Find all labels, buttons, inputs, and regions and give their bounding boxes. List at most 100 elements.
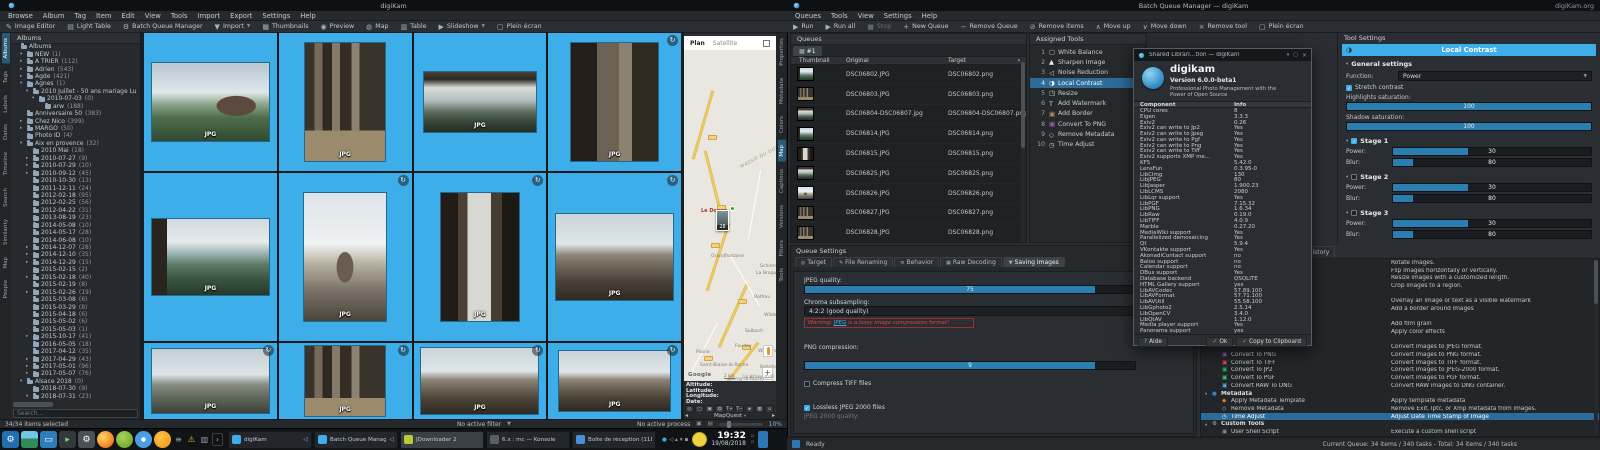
saturation-slider[interactable]: 100 xyxy=(1346,102,1592,111)
expander-icon[interactable]: ▸ xyxy=(26,275,31,280)
toolbar-button[interactable]: ▥ Table ▼ xyxy=(395,21,433,33)
power-slider[interactable]: 30 xyxy=(1392,219,1592,228)
album-tree-item[interactable]: 2013-08-19 (23) xyxy=(11,214,137,221)
expander-icon[interactable]: ▸ xyxy=(26,357,31,362)
album-tree-item[interactable]: ▸ 2015-10-17 (41) xyxy=(11,333,137,340)
album-tree-item[interactable]: ▸ 2015-02-26 (19) xyxy=(11,288,137,296)
toolbar-button[interactable]: ▤ Light Table ▼ xyxy=(61,21,117,33)
album-tree-item[interactable]: ▸ Agde (421) xyxy=(11,73,137,80)
album-tree-item[interactable]: ▾ NEW (1) xyxy=(11,50,137,58)
map-canvas[interactable]: MASSIF DU DONON Le Donon Grandfontaine Schi… xyxy=(684,50,776,381)
photo-thumbnail-cell[interactable]: JPG ↻ xyxy=(548,173,681,341)
album-tree-item[interactable]: ▸ 2014-12-10 (35) xyxy=(11,251,137,258)
photo-thumbnail-cell[interactable]: JPG ↻ xyxy=(413,173,547,341)
photo-cluster-marker[interactable]: 28 xyxy=(716,210,729,231)
expander-icon[interactable]: ▸ xyxy=(26,364,31,369)
toolbar-button[interactable]: + New Queue xyxy=(897,21,954,33)
expander-icon[interactable]: ▸ xyxy=(20,67,25,72)
album-tree-item[interactable]: 2010 Mai (18) xyxy=(11,147,137,154)
album-tree-item[interactable]: 2012-04-22 (31) xyxy=(11,207,137,214)
album-tree-item[interactable]: ▸ 2014-12-29 (15) xyxy=(11,259,137,266)
queue-item-row[interactable]: DSC06803.JPG DSC06803.png xyxy=(791,85,1026,105)
pegman-icon[interactable] xyxy=(763,345,773,357)
photo-thumbnail-cell[interactable]: JPG ↻ xyxy=(278,343,412,419)
album-tree-item[interactable]: ▸ 2015-02-18 (40) xyxy=(11,274,137,281)
lock-widget-icons[interactable]: ▫ ▫ xyxy=(751,434,754,445)
toolbar-button[interactable]: ⚙ Batch Queue Manager ▼ xyxy=(117,21,209,33)
rotate-overlay-icon[interactable]: ↻ xyxy=(532,175,544,186)
map-tab-plan[interactable]: Plan xyxy=(690,40,705,47)
tray-clipboard-icon[interactable]: ▾ xyxy=(680,437,683,443)
toolbar-button[interactable]: ✎ Image Editor ▼ xyxy=(0,21,61,33)
stretch-contrast-checkbox[interactable] xyxy=(1346,84,1352,91)
base-tool-row[interactable]: ▣ Convert To JP2 Convert images to JPEG-… xyxy=(1201,367,1599,375)
toolbar-button[interactable]: ∧ Move up xyxy=(1090,21,1137,33)
expander-icon[interactable]: ▸ xyxy=(26,245,31,250)
compress-tiff-checkbox[interactable] xyxy=(804,380,810,387)
speaker-icon[interactable]: ◁ xyxy=(389,436,394,443)
taskbar-task-button[interactable]: 6.x : mc — Konsole ◁ xyxy=(486,430,570,449)
menu-item[interactable]: Album xyxy=(38,11,70,21)
assigned-tool-row[interactable]: 1 ▢ White Balance xyxy=(1030,47,1146,57)
assigned-tool-row[interactable]: 7 ▣ Add Border xyxy=(1030,109,1146,119)
zoom-slider[interactable] xyxy=(718,420,763,428)
photo-thumbnail-cell[interactable]: JPG ↻ xyxy=(278,33,412,171)
expander-icon[interactable]: ▸ xyxy=(26,163,31,168)
file-manager-icon[interactable]: ▭ xyxy=(40,431,57,448)
sidebar-tab[interactable]: Tools xyxy=(778,263,786,287)
album-tree-item[interactable]: ▸ Adrien (543) xyxy=(11,65,137,73)
album-tree-item[interactable]: 2011-12-11 (24) xyxy=(11,184,137,192)
expander-icon[interactable]: ▸ xyxy=(20,59,25,64)
album-tree-item[interactable]: 2017-04-12 (35) xyxy=(11,348,137,355)
kde-launcher-icon[interactable]: ⚙ xyxy=(2,431,19,448)
assigned-tool-row[interactable]: 9 ◇ Remove Metadata xyxy=(1030,129,1146,139)
photo-thumbnail-cell[interactable]: JPG ↻ xyxy=(144,343,277,419)
map-tool-button[interactable]: T+ xyxy=(725,405,734,413)
album-tree-item[interactable]: ▾ Agnes (1) xyxy=(11,80,137,87)
tray-network-icon[interactable]: ● xyxy=(662,437,667,443)
general-settings-section[interactable]: ▾ General settings xyxy=(1346,60,1592,68)
queue-item-row[interactable]: DSC06802.JPG DSC06802.png xyxy=(791,65,1026,85)
album-tree-item[interactable]: Anniversaire 50 (383) xyxy=(11,110,137,117)
expander-icon[interactable]: ▸ xyxy=(20,74,25,79)
map-tool-button[interactable]: ⌂ xyxy=(765,405,774,413)
sidebar-tab[interactable]: Search xyxy=(2,183,10,212)
rotate-overlay-icon[interactable]: ↻ xyxy=(397,345,409,356)
speaker-icon[interactable]: ◁ xyxy=(303,436,308,443)
stage-section-header[interactable]: ▾ Stage 2 xyxy=(1346,173,1592,181)
expander-icon[interactable]: ▸ xyxy=(26,171,31,176)
orange-app-icon[interactable] xyxy=(154,431,171,448)
album-tree-item[interactable]: 2015-03-08 (6) xyxy=(11,296,137,303)
expander-icon[interactable]: ▸ xyxy=(26,156,31,161)
map-tool-button[interactable]: ◈ xyxy=(745,405,754,413)
menu-item[interactable]: Tag xyxy=(70,11,92,21)
queue-item-row[interactable]: DSC06814.JPG DSC06814.png xyxy=(791,124,1026,145)
tray-device-icon[interactable]: ▪ xyxy=(685,437,689,443)
rotate-overlay-icon[interactable]: ↻ xyxy=(667,345,678,356)
expander-icon[interactable]: ▸ xyxy=(26,290,31,295)
toolbar-button[interactable]: ■ Stop xyxy=(861,21,897,33)
album-tree-item[interactable]: 2015-04-18 (6) xyxy=(11,311,137,318)
sidebar-tab[interactable]: Versions xyxy=(778,200,786,233)
queue-table-header[interactable]: Thumbnail Original Target ▴ xyxy=(791,57,1026,65)
map-zoom-out-button[interactable]: − xyxy=(762,379,773,381)
menu-item[interactable]: Browse xyxy=(3,11,38,21)
base-tool-row[interactable]: ▣ Convert RAW To DNG Convert RAW images … xyxy=(1201,382,1599,390)
menu-item[interactable]: Help xyxy=(917,11,943,21)
component-row[interactable]: Panorama support yes xyxy=(1134,328,1311,334)
queue-scrollbar[interactable] xyxy=(1021,62,1025,242)
clock-tray-icon[interactable] xyxy=(692,432,708,447)
sidebar-tab[interactable]: Albums xyxy=(1,33,10,64)
settings-tab[interactable]: ≡ Behavior xyxy=(894,257,940,267)
sidebar-tab[interactable]: Colors xyxy=(778,111,786,138)
queue-item-row[interactable]: DSC06804-DSC06807.jpg DSC06804-DSC06807.… xyxy=(791,105,1026,125)
map-tool-button[interactable]: ▦ xyxy=(755,405,764,413)
map-pin-icon[interactable] xyxy=(730,206,735,211)
toolbar-button[interactable]: × Remove tool xyxy=(1193,21,1253,33)
toolbar-button[interactable]: ▼ Import ▼ xyxy=(209,21,257,33)
album-tree-item[interactable]: 2014-06-08 (10) xyxy=(11,236,137,244)
album-tree-item[interactable]: ▾ 2010-07-03 (0) xyxy=(11,95,137,102)
png-compression-slider[interactable]: 9 xyxy=(804,361,1136,370)
queue-item-row[interactable]: DSC06825.JPG DSC06825.png xyxy=(791,164,1026,184)
assigned-tool-row[interactable]: 6 T Add Watermark xyxy=(1030,98,1146,108)
